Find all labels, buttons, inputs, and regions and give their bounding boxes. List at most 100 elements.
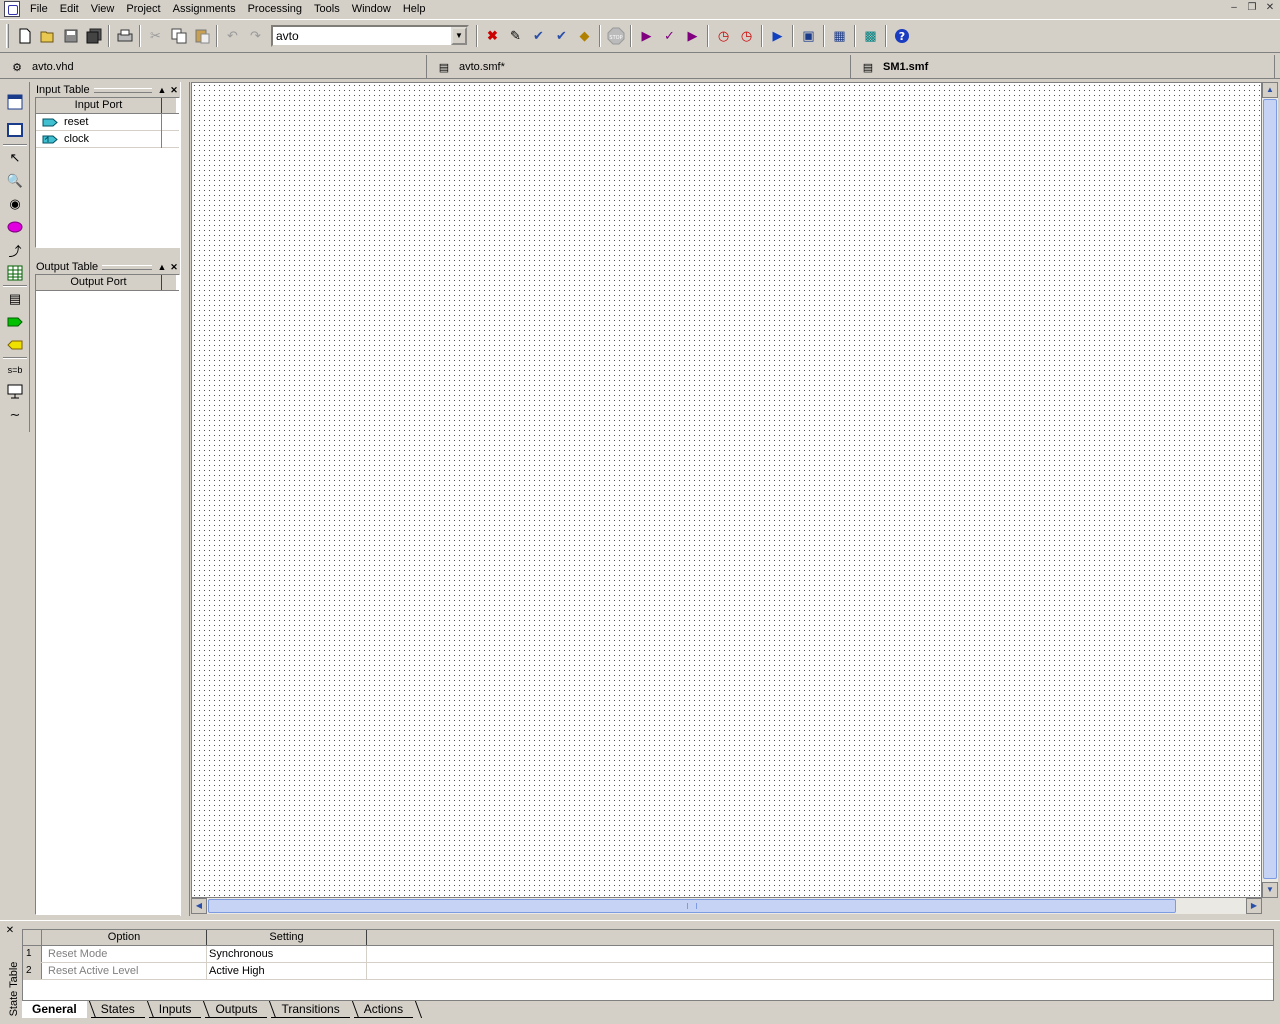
menu-view[interactable]: View <box>85 0 121 18</box>
tab-sm1-smf[interactable]: ▤ SM1.smf <box>851 55 1275 79</box>
detach-window-icon[interactable] <box>4 92 26 112</box>
panel-grip[interactable] <box>93 87 152 93</box>
input-port-icon[interactable] <box>4 312 26 332</box>
toolbar-separator <box>3 144 27 146</box>
action-assign-icon[interactable]: s=b <box>4 360 26 380</box>
horizontal-scroll-thumb[interactable] <box>208 899 1176 913</box>
stop-icon[interactable]: STOP <box>604 25 627 48</box>
chip-planner-icon[interactable]: ▣ <box>797 25 820 48</box>
insert-port-icon[interactable]: ▤ <box>4 289 26 309</box>
close-icon[interactable]: ✕ <box>1262 1 1278 15</box>
setting-column-header[interactable]: Setting <box>207 930 367 945</box>
analysis-icon[interactable]: ✔ <box>527 25 550 48</box>
open-icon[interactable] <box>36 25 59 48</box>
selection-tool-icon[interactable]: ↖ <box>4 148 26 168</box>
save-icon[interactable] <box>59 25 82 48</box>
tab-inputs[interactable]: Inputs <box>148 1001 202 1018</box>
menu-window[interactable]: Window <box>346 0 397 18</box>
output-port-icon[interactable] <box>4 335 26 355</box>
toolbar-grip[interactable] <box>6 24 9 48</box>
tab-avto-smf[interactable]: ▤ avto.smf* <box>427 55 851 79</box>
vertical-scroll-thumb[interactable] <box>1263 99 1277 879</box>
pin-planner-icon[interactable]: ▦ <box>828 25 851 48</box>
synthesis-icon[interactable]: ✔ <box>550 25 573 48</box>
scroll-corner <box>1262 898 1278 914</box>
menu-tools[interactable]: Tools <box>308 0 346 18</box>
minimize-icon[interactable]: – <box>1226 1 1242 15</box>
cut-icon[interactable]: ✂ <box>144 25 167 48</box>
project-select[interactable]: avto ▼ <box>271 25 469 47</box>
collapse-icon[interactable]: ▲ <box>156 85 168 95</box>
state-table-icon[interactable] <box>4 263 26 283</box>
table-row[interactable]: 2 Reset Active Level Active High <box>23 963 1273 980</box>
scroll-left-icon[interactable]: ◀ <box>191 898 207 914</box>
tab-avto-vhd[interactable]: ⚙ avto.vhd <box>0 55 427 79</box>
zoom-tool-icon[interactable]: 🔍 <box>4 171 26 191</box>
pencil-icon[interactable]: ✎ <box>504 25 527 48</box>
print-icon[interactable] <box>113 25 136 48</box>
tab-transitions[interactable]: Transitions <box>271 1001 350 1018</box>
wizard-icon[interactable]: ∼ <box>4 405 26 425</box>
app-icon[interactable] <box>4 1 20 17</box>
collapse-icon[interactable]: ▲ <box>156 262 168 272</box>
restore-icon[interactable]: ❐ <box>1244 1 1260 15</box>
menu-project[interactable]: Project <box>120 0 166 18</box>
timing-analyzer-icon[interactable]: ◷ <box>712 25 735 48</box>
output-port-column-header[interactable]: Output Port <box>36 275 162 290</box>
scroll-up-icon[interactable]: ▲ <box>1262 82 1278 98</box>
start-timing-icon[interactable]: ▶ <box>681 25 704 48</box>
scroll-down-icon[interactable]: ▼ <box>1262 882 1278 898</box>
close-icon[interactable]: ✕ <box>2 925 18 937</box>
full-screen-icon[interactable] <box>4 120 26 140</box>
svg-text:STOP: STOP <box>609 35 622 41</box>
vertical-scrollbar[interactable]: ▲ ▼ <box>1262 82 1278 898</box>
hdl-generation-icon[interactable] <box>4 382 26 402</box>
scroll-right-icon[interactable]: ▶ <box>1246 898 1262 914</box>
grid-header-row: Option Setting <box>23 930 1273 946</box>
tab-general[interactable]: General <box>22 1001 87 1018</box>
tab-states[interactable]: States <box>90 1001 145 1018</box>
rtl-viewer-icon[interactable]: ▩ <box>859 25 882 48</box>
save-all-icon[interactable] <box>82 25 105 48</box>
output-table-titlebar: Output Table ▲ ✕ <box>33 259 180 275</box>
setting-cell[interactable]: Active High <box>207 963 367 979</box>
toolbar-separator <box>707 25 709 47</box>
tab-actions[interactable]: Actions <box>353 1001 414 1018</box>
programmer-icon[interactable]: ▶ <box>766 25 789 48</box>
menu-processing[interactable]: Processing <box>242 0 308 18</box>
compile-stop-icon[interactable]: ✖ <box>481 25 504 48</box>
transition-tool-icon[interactable]: ⤴ <box>4 240 26 260</box>
option-column-header[interactable]: Option <box>42 930 207 945</box>
menu-file[interactable]: File <box>24 0 54 18</box>
start-analysis-icon[interactable]: ✓ <box>658 25 681 48</box>
row-number: 2 <box>23 963 42 979</box>
input-port-column-header[interactable]: Input Port <box>36 98 162 113</box>
copy-icon[interactable] <box>167 25 190 48</box>
tab-outputs[interactable]: Outputs <box>205 1001 268 1018</box>
input-port-row[interactable]: reset <box>36 113 179 131</box>
fitter-icon[interactable]: ◆ <box>573 25 596 48</box>
horizontal-scrollbar[interactable]: ◀ ▶ <box>191 898 1262 914</box>
project-select-value: avto <box>276 29 299 43</box>
menu-edit[interactable]: Edit <box>54 0 85 18</box>
menu-help[interactable]: Help <box>397 0 432 18</box>
redo-icon[interactable]: ↷ <box>244 25 267 48</box>
table-row[interactable]: 1 Reset Mode Synchronous <box>23 946 1273 963</box>
undo-icon[interactable]: ↶ <box>221 25 244 48</box>
help-icon[interactable]: ? <box>890 25 913 48</box>
state-tool-icon[interactable] <box>4 217 26 237</box>
panel-grip[interactable] <box>102 264 152 270</box>
close-icon[interactable]: ✕ <box>168 262 180 273</box>
paste-icon[interactable] <box>190 25 213 48</box>
setting-cell[interactable]: Synchronous <box>207 946 367 962</box>
timequest-icon[interactable]: ◷ <box>735 25 758 48</box>
close-icon[interactable]: ✕ <box>168 85 180 96</box>
input-port-row[interactable]: clock <box>36 130 179 148</box>
new-icon[interactable] <box>13 25 36 48</box>
chevron-down-icon[interactable]: ▼ <box>451 27 467 45</box>
find-icon[interactable]: ◉ <box>4 194 26 214</box>
start-compilation-icon[interactable]: ▶ <box>635 25 658 48</box>
state-machine-canvas[interactable] <box>191 82 1262 898</box>
menu-assignments[interactable]: Assignments <box>167 0 242 18</box>
panel-splitter[interactable] <box>180 82 190 916</box>
